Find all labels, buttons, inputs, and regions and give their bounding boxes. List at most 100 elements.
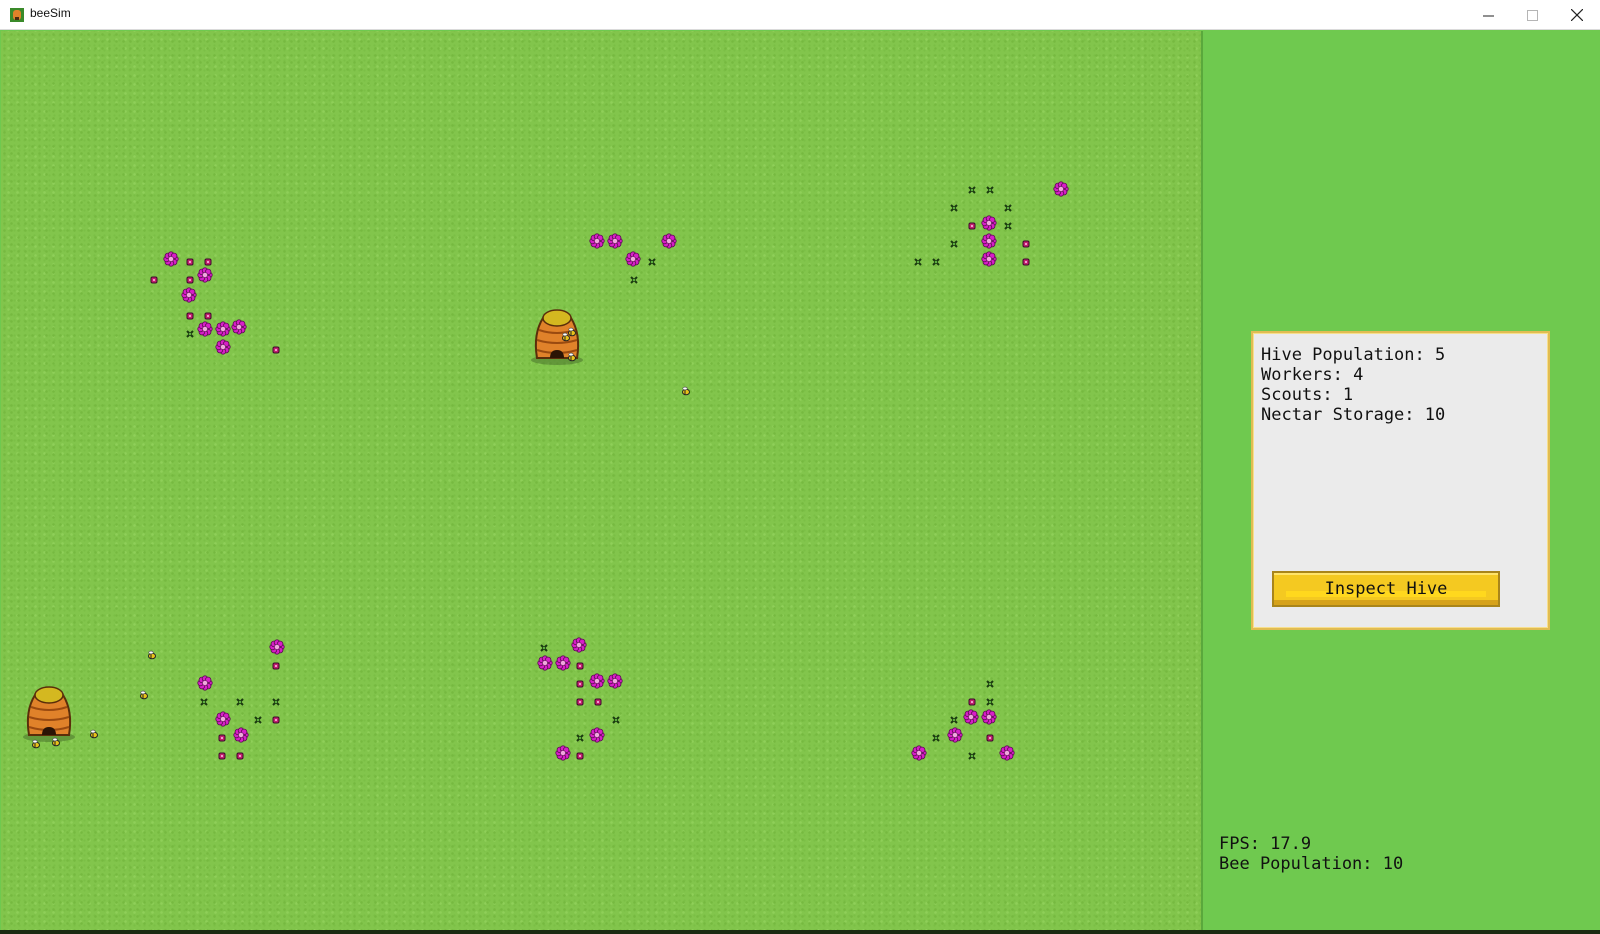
flower-sprout [932, 258, 940, 266]
flower-bud [186, 312, 194, 320]
flower [981, 709, 997, 725]
flower-bud [186, 258, 194, 266]
flower-bud [576, 752, 584, 760]
flower-bud [986, 734, 994, 742]
window-title: beeSim [30, 6, 71, 20]
flower [163, 251, 179, 267]
flower-bud [204, 312, 212, 320]
flower [197, 321, 213, 337]
beehive[interactable] [21, 681, 77, 743]
bee [32, 739, 40, 749]
flower [233, 727, 249, 743]
flower [963, 709, 979, 725]
bee-population-counter: Bee Population: 10 [1219, 854, 1404, 874]
flower-bud [576, 680, 584, 688]
flower-bud [968, 698, 976, 706]
minimize-button[interactable] [1465, 0, 1511, 30]
flower-sprout [986, 698, 994, 706]
flower [181, 287, 197, 303]
minimize-icon [1482, 15, 1494, 16]
nectar-storage-text: Nectar Storage: 10 [1261, 405, 1446, 425]
flower-sprout [648, 258, 656, 266]
bee [148, 650, 156, 660]
flower [981, 233, 997, 249]
window-bottom-edge [0, 930, 1600, 934]
flower [589, 673, 605, 689]
flower-sprout [272, 698, 280, 706]
flower [607, 233, 623, 249]
bee [52, 737, 60, 747]
flower-sprout [576, 734, 584, 742]
flower-bud [204, 258, 212, 266]
flower-sprout [914, 258, 922, 266]
hive-population-text: Hive Population: 5 [1261, 345, 1446, 365]
flower-bud [594, 698, 602, 706]
flower-bud [272, 662, 280, 670]
flower [589, 233, 605, 249]
flower [999, 745, 1015, 761]
flower [981, 215, 997, 231]
flower-sprout [968, 186, 976, 194]
flower [215, 711, 231, 727]
flower-sprout [236, 698, 244, 706]
fps-counter: FPS: 17.9 [1219, 834, 1312, 854]
app-icon [10, 8, 24, 22]
flower-sprout [612, 716, 620, 724]
flower [607, 673, 623, 689]
flower [981, 251, 997, 267]
flower [947, 727, 963, 743]
flower-sprout [540, 644, 548, 652]
flower-bud [236, 752, 244, 760]
flower [1053, 181, 1069, 197]
flower-bud [272, 716, 280, 724]
flower-sprout [200, 698, 208, 706]
bee [90, 729, 98, 739]
bee [682, 386, 690, 396]
game-world-canvas[interactable] [1, 31, 1201, 931]
bee [140, 690, 148, 700]
flower [571, 637, 587, 653]
workers-text: Workers: 4 [1261, 365, 1364, 385]
flower [197, 267, 213, 283]
flower [215, 321, 231, 337]
flower-sprout [630, 276, 638, 284]
flower-sprout [950, 716, 958, 724]
flower [911, 745, 927, 761]
flower-sprout [186, 330, 194, 338]
close-icon [1571, 9, 1583, 21]
flower [197, 675, 213, 691]
inspect-hive-label: Inspect Hive [1324, 579, 1448, 599]
flower-bud [186, 276, 194, 284]
flower [269, 639, 285, 655]
window-titlebar: beeSim [0, 0, 1600, 30]
flower [661, 233, 677, 249]
flower-sprout [950, 240, 958, 248]
inspect-hive-button[interactable]: Inspect Hive [1272, 571, 1500, 607]
flower-sprout [968, 752, 976, 760]
flower-bud [218, 752, 226, 760]
flower-sprout [932, 734, 940, 742]
flower-bud [150, 276, 158, 284]
flower-sprout [1004, 204, 1012, 212]
flower [555, 745, 571, 761]
flower-bud [576, 662, 584, 670]
flower-sprout [986, 680, 994, 688]
flower [625, 251, 641, 267]
flower-sprout [986, 186, 994, 194]
flower-sprout [254, 716, 262, 724]
flower [215, 339, 231, 355]
hive-info-panel: Hive Population: 5 Workers: 4 Scouts: 1 … [1251, 331, 1550, 630]
maximize-button[interactable] [1509, 0, 1555, 30]
flower-bud [1022, 240, 1030, 248]
flower-bud [968, 222, 976, 230]
flower-bud [576, 698, 584, 706]
flower-bud [272, 346, 280, 354]
flower-bud [218, 734, 226, 742]
flower [231, 319, 247, 335]
flower-sprout [1004, 222, 1012, 230]
maximize-icon [1526, 9, 1538, 21]
flower [555, 655, 571, 671]
flower [537, 655, 553, 671]
flower [589, 727, 605, 743]
close-button[interactable] [1554, 0, 1600, 30]
